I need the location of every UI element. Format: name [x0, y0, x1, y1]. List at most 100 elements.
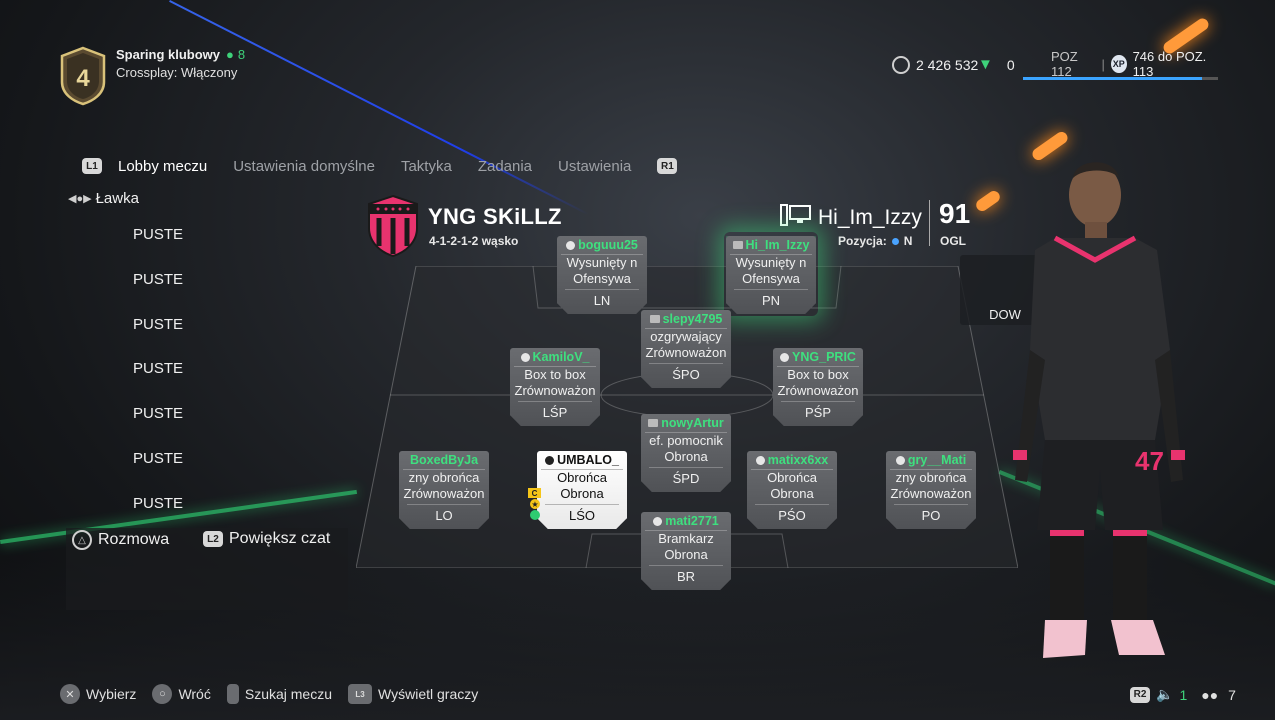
ready-icon: [530, 510, 540, 520]
card-focus: Zrównoważon: [777, 383, 859, 398]
position-dot-icon: [891, 237, 899, 245]
party-icon: ●●: [1201, 686, 1219, 703]
card-focus: Ofensywa: [573, 271, 631, 286]
pc-icon: [648, 419, 659, 427]
lso-status-badges: C ★: [528, 488, 541, 520]
chat-talk-label: Rozmowa: [98, 531, 170, 548]
search-match-label: Szukaj meczu: [244, 686, 333, 702]
tab-default-settings[interactable]: Ustawienia domyślne: [233, 158, 375, 175]
show-players-action[interactable]: L3 Wyświetl graczy: [348, 684, 478, 704]
circle-button-icon: ○: [152, 684, 173, 704]
player-card-lsp[interactable]: KamiloV_ Box to box Zrównoważon LŚP: [510, 348, 600, 426]
select-action[interactable]: ✕ Wybierz: [60, 684, 136, 704]
background-light-beam: [169, 0, 589, 216]
show-players-label: Wyświetl graczy: [378, 686, 479, 702]
card-role: ef. pomocnik: [649, 433, 723, 448]
card-focus: Obrona: [560, 486, 604, 501]
player-ovr-label: OGL: [940, 234, 966, 248]
level-value: POZ 112: [1051, 49, 1078, 79]
ovr-divider: [929, 200, 930, 246]
back-label: Wróć: [178, 686, 211, 702]
card-position: LŚO: [568, 508, 595, 523]
card-role: zny obrońca: [895, 470, 967, 485]
player-card-lso-selected[interactable]: UMBALO_ Obrońca Obrona LŚO: [537, 451, 627, 529]
tab-settings[interactable]: Ustawienia: [558, 158, 631, 175]
card-player-name: matixx6xx: [767, 453, 829, 467]
card-player-name: boguuu25: [578, 238, 638, 252]
bench-header[interactable]: ◀●▶ Ławka: [68, 190, 139, 207]
playstation-icon: [755, 455, 765, 465]
player-card-pso[interactable]: matixx6xx Obrońca Obrona PŚO: [747, 451, 837, 529]
player-card-spo[interactable]: slepy4795 ozgrywający Zrównoważon ŚPO: [641, 310, 731, 388]
bench-slot[interactable]: PUSTE: [133, 360, 183, 405]
l2-button-icon: L2: [203, 531, 223, 547]
team-name: YNG SKiLLZ: [428, 204, 562, 229]
tab-tactics[interactable]: Taktyka: [401, 158, 452, 175]
team-formation: 4-1-2-1-2 wąsko: [429, 234, 519, 248]
card-position: LN: [593, 293, 611, 308]
r2-button-icon[interactable]: R2: [1130, 686, 1150, 703]
points-icon: ▼: [978, 56, 993, 73]
coin-icon: [892, 56, 910, 74]
points-value: 0: [1006, 56, 1015, 73]
speaker-icon: 🔈: [1156, 686, 1174, 702]
level-progress-bar: [1023, 77, 1218, 80]
card-position: LŚP: [542, 405, 568, 420]
level-separator: |: [1101, 56, 1105, 72]
card-position: BR: [676, 569, 696, 584]
player-ovr: 91: [939, 198, 971, 229]
card-position: ŚPD: [672, 471, 700, 486]
voice-count: 1: [1179, 686, 1188, 703]
person-icon: ●: [226, 47, 234, 62]
crossplay-status: Crossplay: Włączony: [116, 65, 238, 80]
mode-title: Sparing klubowy: [116, 47, 221, 62]
player-card-ln[interactable]: boguuu25 Wysunięty n Ofensywa LN: [557, 236, 647, 314]
search-match-action[interactable]: Szukaj meczu: [226, 684, 333, 704]
card-player-name: KamiloV_: [532, 350, 590, 364]
card-position: PŚO: [778, 508, 806, 523]
star-icon: ★: [530, 499, 540, 509]
card-role: ozgrywający: [650, 329, 722, 344]
pc-icon: [732, 241, 743, 249]
bench-slot[interactable]: PUSTE: [133, 271, 183, 316]
bench-slot[interactable]: PUSTE: [133, 450, 183, 495]
captain-badge: C: [528, 488, 541, 498]
card-player-name: UMBALO_: [557, 453, 619, 467]
l1-button-icon[interactable]: L1: [82, 158, 102, 174]
player-card-po[interactable]: gry__Mati zny obrońca Zrównoważon PO: [886, 451, 976, 529]
card-player-name: mati2771: [665, 514, 719, 528]
playstation-icon: [520, 352, 530, 362]
bench-slot[interactable]: PUSTE: [133, 316, 183, 361]
xp-icon: XP: [1110, 55, 1127, 73]
chat-talk[interactable]: △ Rozmowa: [72, 530, 169, 550]
card-role: zny obrońca: [408, 470, 480, 485]
player-card-lo[interactable]: BoxedByJa zny obrońca Zrównoważon LO: [399, 451, 489, 529]
tab-tasks[interactable]: Zadania: [478, 158, 532, 175]
player-card-pn[interactable]: Hi_Im_Izzy Wysunięty n Ofensywa PN: [726, 236, 816, 314]
card-position: PŚP: [804, 405, 831, 420]
player-card-br[interactable]: mati2771 Bramkarz Obrona BR: [641, 512, 731, 590]
chat-zoom-label: Powiększ czat: [229, 530, 331, 547]
player-position-value: N: [903, 234, 913, 248]
triangle-button-icon: △: [72, 530, 92, 550]
cross-button-icon: ✕: [60, 684, 80, 704]
card-player-name: BoxedByJa: [409, 453, 479, 467]
division-number: 4: [76, 65, 90, 92]
card-role: Box to box: [524, 367, 586, 382]
player-card-psp[interactable]: YNG_PRIC Box to box Zrównoważon PŚP: [773, 348, 863, 426]
card-role: Obrońca: [767, 470, 817, 485]
player-position-label: Pozycja:: [838, 234, 887, 248]
back-action[interactable]: ○ Wróć: [152, 684, 211, 704]
chat-zoom[interactable]: L2 Powiększ czat: [203, 530, 330, 548]
tab-lobby[interactable]: Lobby meczu: [118, 158, 207, 175]
card-player-name: slepy4795: [662, 312, 723, 326]
footer-controls: ✕ Wybierz ○ Wróć Szukaj meczu L3 Wyświet…: [60, 684, 494, 704]
left-stick-icon: ◀●▶: [68, 193, 92, 205]
bench-slot[interactable]: PUSTE: [133, 226, 183, 271]
coins-display: 2 426 532: [892, 56, 978, 74]
xp-progress-text: 746 do POZ. 113: [1132, 49, 1207, 79]
bench-slot[interactable]: PUSTE: [133, 405, 183, 450]
r1-button-icon[interactable]: R1: [657, 158, 678, 174]
card-focus: Zrównoważon: [890, 486, 972, 501]
player-card-spd[interactable]: nowyArtur ef. pomocnik Obrona ŚPD: [641, 414, 731, 492]
